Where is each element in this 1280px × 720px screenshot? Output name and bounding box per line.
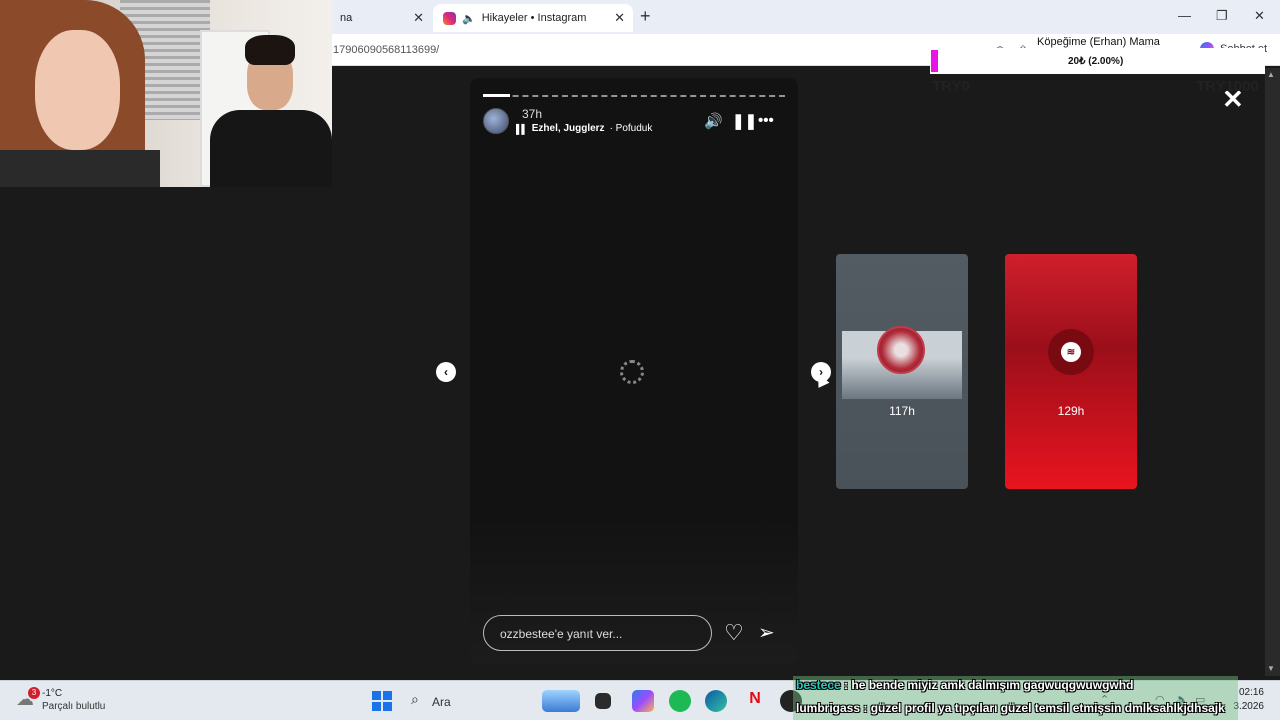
previous-story-button[interactable]: ‹ (436, 362, 456, 382)
volume-icon[interactable]: 🔊 (704, 112, 723, 130)
tab-previous-label: na (340, 12, 353, 24)
chat-message: lumbrigass : güzel profil ya tıpçıları g… (796, 701, 1225, 715)
copilot-icon[interactable] (632, 690, 654, 712)
task-view-icon[interactable] (595, 693, 611, 709)
chat-message: bestece : he bende miyiz amk dalmışım ga… (796, 678, 1133, 692)
avatar: ≋ (1048, 329, 1094, 375)
music-title: Pofuduk (615, 123, 653, 134)
more-icon[interactable]: ••• (758, 112, 774, 129)
webcam-person-2-hair (245, 35, 295, 65)
webcam-person-1-shirt (0, 150, 160, 187)
close-icon[interactable]: ✕ (413, 10, 424, 26)
temperature[interactable]: -1°C (42, 688, 62, 699)
tab-previous[interactable]: na ✕ (330, 4, 432, 32)
tab-active-label: Hikayeler • Instagram (481, 12, 587, 24)
chat-text: : he bende miyiz amk dalmışım gagwuqgwuw… (844, 678, 1134, 692)
url-text[interactable]: 17906090568113699/ (333, 44, 439, 56)
preview-time: 117h (889, 404, 915, 418)
new-tab-button[interactable]: + (640, 6, 651, 27)
music-bars-icon: ▌▌ (516, 123, 528, 134)
story-viewer[interactable]: 37h ▌▌ Ezhel, Jugglerz · Pofuduk 🔊 ❚❚ ••… (470, 78, 798, 664)
webcam-person-2-shirt (210, 110, 332, 187)
webcam-overlay (0, 0, 332, 187)
music-artist: Ezhel, Jugglerz (531, 123, 605, 134)
netflix-icon[interactable]: N (744, 690, 766, 712)
donation-progress-bar (931, 50, 938, 72)
close-icon[interactable]: ✕ (614, 10, 625, 26)
scroll-down-icon[interactable]: ▼ (1267, 664, 1275, 673)
edge-icon[interactable] (705, 690, 727, 712)
chat-username: lumbrigass (796, 701, 861, 715)
story-preview-2[interactable]: ≋ 129h (1005, 254, 1137, 489)
spotify-icon[interactable] (669, 690, 691, 712)
webcam-person-2 (210, 35, 332, 187)
heart-icon[interactable]: ♡ (724, 620, 744, 646)
chat-username: bestece (796, 678, 841, 692)
webcam-person-1-face (35, 30, 120, 150)
reply-input[interactable]: ozzbestee'e yanıt ver... (483, 615, 712, 651)
instagram-icon (443, 11, 456, 25)
window-close-button[interactable]: ✕ (1254, 8, 1265, 24)
donation-goal-max: TRY1000 (1196, 78, 1259, 95)
minimize-button[interactable]: — (1178, 8, 1191, 23)
scrollbar[interactable] (1265, 68, 1280, 676)
donation-amount: 20₺ (2.00%) (1068, 56, 1124, 67)
spotify-icon: ≋ (1061, 342, 1081, 362)
chat-text: : güzel profil ya tıpçıları güzel temsil… (863, 701, 1225, 715)
pause-icon[interactable]: ❚❚ (732, 112, 757, 130)
story-progress-track (483, 95, 785, 97)
weather-badge: 3 (28, 687, 40, 699)
maximize-button[interactable]: ❐ (1216, 8, 1228, 24)
loading-spinner-icon (620, 360, 644, 384)
music-title-wrap: · Pofuduk (610, 123, 653, 134)
donation-label: Köpeğime (Erhan) Mama (1033, 36, 1164, 48)
story-music[interactable]: ▌▌ Ezhel, Jugglerz · Pofuduk (516, 123, 652, 134)
avatar[interactable] (483, 108, 509, 134)
story-preview-1[interactable]: 117h (836, 254, 968, 489)
taskbar-search-label[interactable]: Ara (432, 695, 451, 709)
story-time: 37h (522, 107, 543, 121)
story-progress-fill (483, 94, 510, 97)
scroll-up-icon[interactable]: ▲ (1267, 70, 1275, 79)
donation-goal-min: TRY0 (932, 78, 970, 95)
weather-description[interactable]: Parçalı bulutlu (42, 701, 105, 712)
windows-start-icon[interactable] (372, 691, 392, 711)
send-icon[interactable]: ➢ (758, 620, 775, 645)
preview-time: 129h (1057, 404, 1085, 418)
speaker-icon[interactable]: 🔈 (462, 12, 476, 25)
widgets-icon[interactable] (542, 690, 580, 712)
avatar (877, 326, 925, 374)
tab-instagram-stories[interactable]: 🔈 Hikayeler • Instagram ✕ (433, 4, 633, 32)
search-icon[interactable]: ⌕ (411, 691, 419, 708)
